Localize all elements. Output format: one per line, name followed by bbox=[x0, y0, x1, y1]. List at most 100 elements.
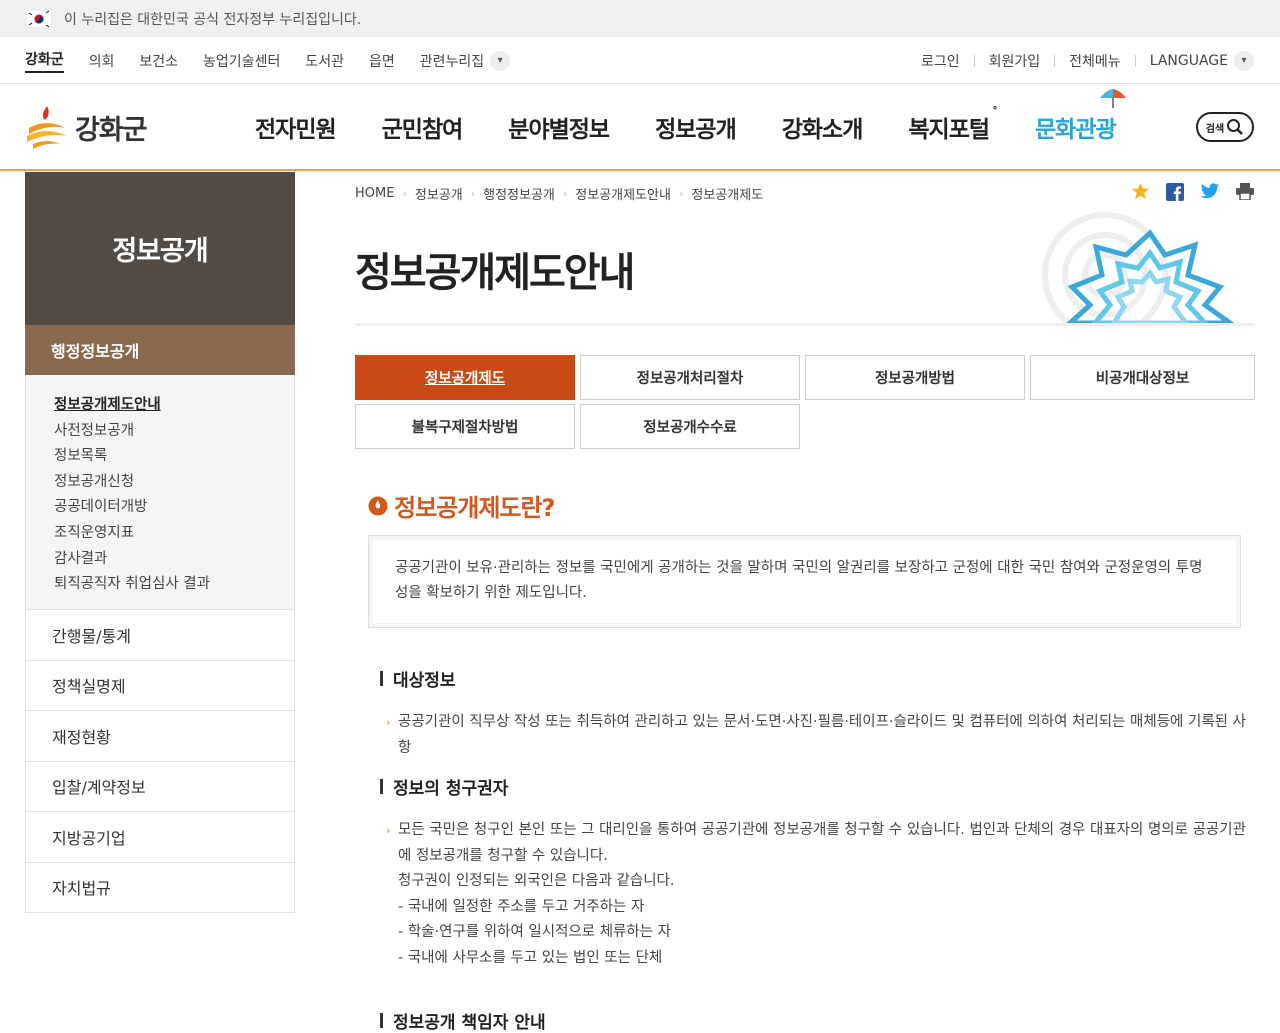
breadcrumb: HOME › 정보공개 › 행정정보공개 › 정보공개제도안내 › 정보공개제도 bbox=[355, 184, 763, 203]
claimant-heading-text: 정보의 청구권자 bbox=[393, 779, 509, 799]
login-link[interactable]: 로그인 bbox=[921, 51, 960, 71]
bullet-arrow-icon: › bbox=[386, 716, 391, 729]
target-heading-text: 대상정보 bbox=[393, 671, 456, 691]
tab-non-disclosure[interactable]: 비공개대상정보 bbox=[1030, 355, 1255, 400]
breadcrumb-separator-icon: › bbox=[562, 187, 568, 200]
divider bbox=[1134, 54, 1136, 67]
gnb-e-civil[interactable]: 전자민원 bbox=[255, 110, 337, 144]
bullet-arrow-icon: › bbox=[386, 824, 391, 837]
sidebar-sub-item[interactable]: 퇴직공직자 취업심사 결과 bbox=[54, 572, 294, 598]
heading-bar bbox=[380, 1013, 383, 1028]
gnb-welfare[interactable]: 복지포털 ˚ bbox=[908, 106, 998, 144]
search-icon bbox=[1227, 119, 1244, 135]
sidebar-sub-item[interactable]: 정보목록 bbox=[54, 444, 294, 470]
divider bbox=[1054, 54, 1056, 67]
claimant-heading: 정보의 청구권자 bbox=[380, 774, 508, 799]
sidebar-sub-item[interactable]: 공공데이터개방 bbox=[54, 495, 294, 521]
user-links: 로그인 회원가입 전체메뉴 LANGUAGE ▾ bbox=[921, 37, 1254, 84]
site-link-health[interactable]: 보건소 bbox=[139, 51, 178, 71]
facebook-icon[interactable] bbox=[1166, 182, 1184, 201]
site-link-agri[interactable]: 농업기술센터 bbox=[203, 51, 280, 71]
breadcrumb-separator-icon: › bbox=[678, 187, 684, 200]
star-icon[interactable] bbox=[1131, 182, 1150, 201]
breadcrumb-item[interactable]: 행정정보공개 bbox=[483, 184, 555, 203]
claimant-text: › 모든 국민은 청구인 본인 또는 그 대리인을 통하여 공공기관에 정보공개… bbox=[386, 818, 1246, 972]
signup-link[interactable]: 회원가입 bbox=[989, 51, 1041, 71]
tab-appeal[interactable]: 불복구제절차방법 bbox=[355, 404, 575, 449]
sidebar-item[interactable]: 입찰/계약정보 bbox=[25, 761, 295, 812]
sidebar-sub-item[interactable]: 정보공개신청 bbox=[54, 470, 294, 496]
page-title: 정보공개제도안내 bbox=[355, 250, 635, 296]
gov-banner: 이 누리집은 대한민국 공식 전자정부 누리집입니다. bbox=[0, 0, 1280, 37]
sidebar-item[interactable]: 간행물/통계 bbox=[25, 610, 295, 661]
foreign-item: - 학술·연구를 위하여 일시적으로 체류하는 자 bbox=[398, 924, 672, 941]
external-link-icon: ˚ bbox=[992, 105, 998, 120]
gnb-culture[interactable]: 문화관광 bbox=[1035, 88, 1126, 144]
section-heading: 정보공개제도란? bbox=[368, 488, 555, 523]
share-tools bbox=[1131, 182, 1254, 201]
gnb-info-disclosure[interactable]: 정보공개 bbox=[655, 110, 737, 144]
tab-fee[interactable]: 정보공개수수료 bbox=[580, 404, 800, 449]
site-link-towns[interactable]: 읍면 bbox=[369, 51, 395, 71]
gov-banner-text: 이 누리집은 대한민국 공식 전자정부 누리집입니다. bbox=[64, 11, 362, 28]
title-decoration bbox=[1010, 205, 1255, 325]
all-menu-link[interactable]: 전체메뉴 bbox=[1069, 51, 1121, 71]
logo[interactable]: 강화군 bbox=[25, 104, 148, 150]
sidebar-item[interactable]: 자치법규 bbox=[25, 862, 295, 913]
umbrella-icon bbox=[1099, 88, 1126, 108]
claimant-foreign-intro: 청구권이 인정되는 외국인은 다음과 같습니다. bbox=[398, 873, 675, 890]
language-select[interactable]: LANGUAGE ▾ bbox=[1149, 50, 1254, 71]
sidebar-sub-item[interactable]: 사전정보공개 bbox=[54, 419, 294, 445]
tab-info-system[interactable]: 정보공개제도 bbox=[355, 355, 575, 400]
breadcrumb-item[interactable]: 정보공개제도안내 bbox=[575, 184, 671, 203]
utility-bar: 강화군 의회 보건소 농업기술센터 도서관 읍면 관련누리집 ▾ 로그인 회원가… bbox=[0, 37, 1280, 84]
gnb-participation[interactable]: 군민참여 bbox=[382, 110, 464, 144]
site-link-ganghwa[interactable]: 강화군 bbox=[25, 49, 64, 73]
target-text: › 공공기관이 직무상 작성 또는 취득하여 관리하고 있는 문서·도면·사진·… bbox=[386, 710, 1246, 761]
logo-text: 강화군 bbox=[75, 114, 148, 146]
breadcrumb-item: 정보공개제도 bbox=[691, 188, 764, 203]
print-icon[interactable] bbox=[1236, 183, 1254, 200]
definition-box: 공공기관이 보유·관리하는 정보를 국민에게 공개하는 것을 말하며 국민의 알… bbox=[368, 535, 1241, 628]
sidebar-sub-item[interactable]: 조직운영지표 bbox=[54, 521, 294, 547]
twitter-icon[interactable] bbox=[1200, 183, 1220, 200]
site-link-related[interactable]: 관련누리집 ▾ bbox=[420, 50, 511, 71]
site-link-library[interactable]: 도서관 bbox=[305, 51, 344, 71]
search-button[interactable]: 검색 bbox=[1196, 112, 1254, 142]
korea-flag-icon bbox=[25, 9, 53, 28]
site-link-council[interactable]: 의회 bbox=[89, 51, 115, 71]
heading-bar bbox=[380, 779, 383, 794]
target-heading: 대상정보 bbox=[380, 666, 456, 691]
tab-method[interactable]: 정보공개방법 bbox=[805, 355, 1025, 400]
target-text-body: 공공기관이 직무상 작성 또는 취득하여 관리하고 있는 문서·도면·사진·필름… bbox=[398, 714, 1246, 756]
breadcrumb-separator-icon: › bbox=[470, 187, 476, 200]
foreign-item: - 국내에 일정한 주소를 두고 거주하는 자 bbox=[398, 898, 645, 915]
breadcrumb-item[interactable]: HOME bbox=[355, 186, 394, 201]
section-bullet-icon bbox=[368, 496, 388, 515]
officer-heading: 정보공개 책임자 안내 bbox=[380, 1008, 546, 1033]
divider bbox=[973, 54, 975, 67]
gnb-field-info[interactable]: 분야별정보 bbox=[508, 110, 610, 144]
sidebar-item[interactable]: 지방공기업 bbox=[25, 812, 295, 863]
breadcrumb-item[interactable]: 정보공개 bbox=[415, 184, 463, 203]
sidebar-current-section[interactable]: 행정정보공개 bbox=[25, 325, 295, 375]
sidebar-menu: 간행물/통계 정책실명제 재정현황 입찰/계약정보 지방공기업 자치법규 bbox=[25, 610, 295, 913]
site-links: 강화군 의회 보건소 농업기술센터 도서관 읍면 관련누리집 ▾ bbox=[25, 37, 511, 84]
sidebar-submenu: 정보공개제도안내 사전정보공개 정보목록 정보공개신청 공공데이터개방 조직운영… bbox=[25, 375, 295, 610]
tab-process[interactable]: 정보공개처리절차 bbox=[580, 355, 800, 400]
sidebar-sub-item[interactable]: 정보공개제도안내 bbox=[54, 393, 294, 419]
chevron-down-icon: ▾ bbox=[490, 50, 511, 71]
gnb-about[interactable]: 강화소개 bbox=[782, 110, 864, 144]
gnb-culture-label: 문화관광 bbox=[1035, 116, 1117, 143]
title-divider bbox=[355, 323, 1255, 326]
sidebar-title: 정보공개 bbox=[25, 172, 295, 325]
heading-bar bbox=[380, 671, 383, 686]
sidebar-sub-item[interactable]: 감사결과 bbox=[54, 547, 294, 573]
foreign-item: - 국내에 사무소를 두고 있는 법인 또는 단체 bbox=[398, 949, 663, 966]
language-label: LANGUAGE bbox=[1149, 52, 1228, 69]
claimant-text-body: 모든 국민은 청구인 본인 또는 그 대리인을 통하여 공공기관에 정보공개를 … bbox=[398, 822, 1246, 864]
main-nav: 전자민원 군민참여 분야별정보 정보공개 강화소개 복지포털 ˚ 문화관광 bbox=[255, 84, 1162, 169]
sidebar-item[interactable]: 정책실명제 bbox=[25, 660, 295, 711]
sidebar-item[interactable]: 재정현황 bbox=[25, 711, 295, 762]
search-label: 검색 bbox=[1205, 123, 1225, 135]
